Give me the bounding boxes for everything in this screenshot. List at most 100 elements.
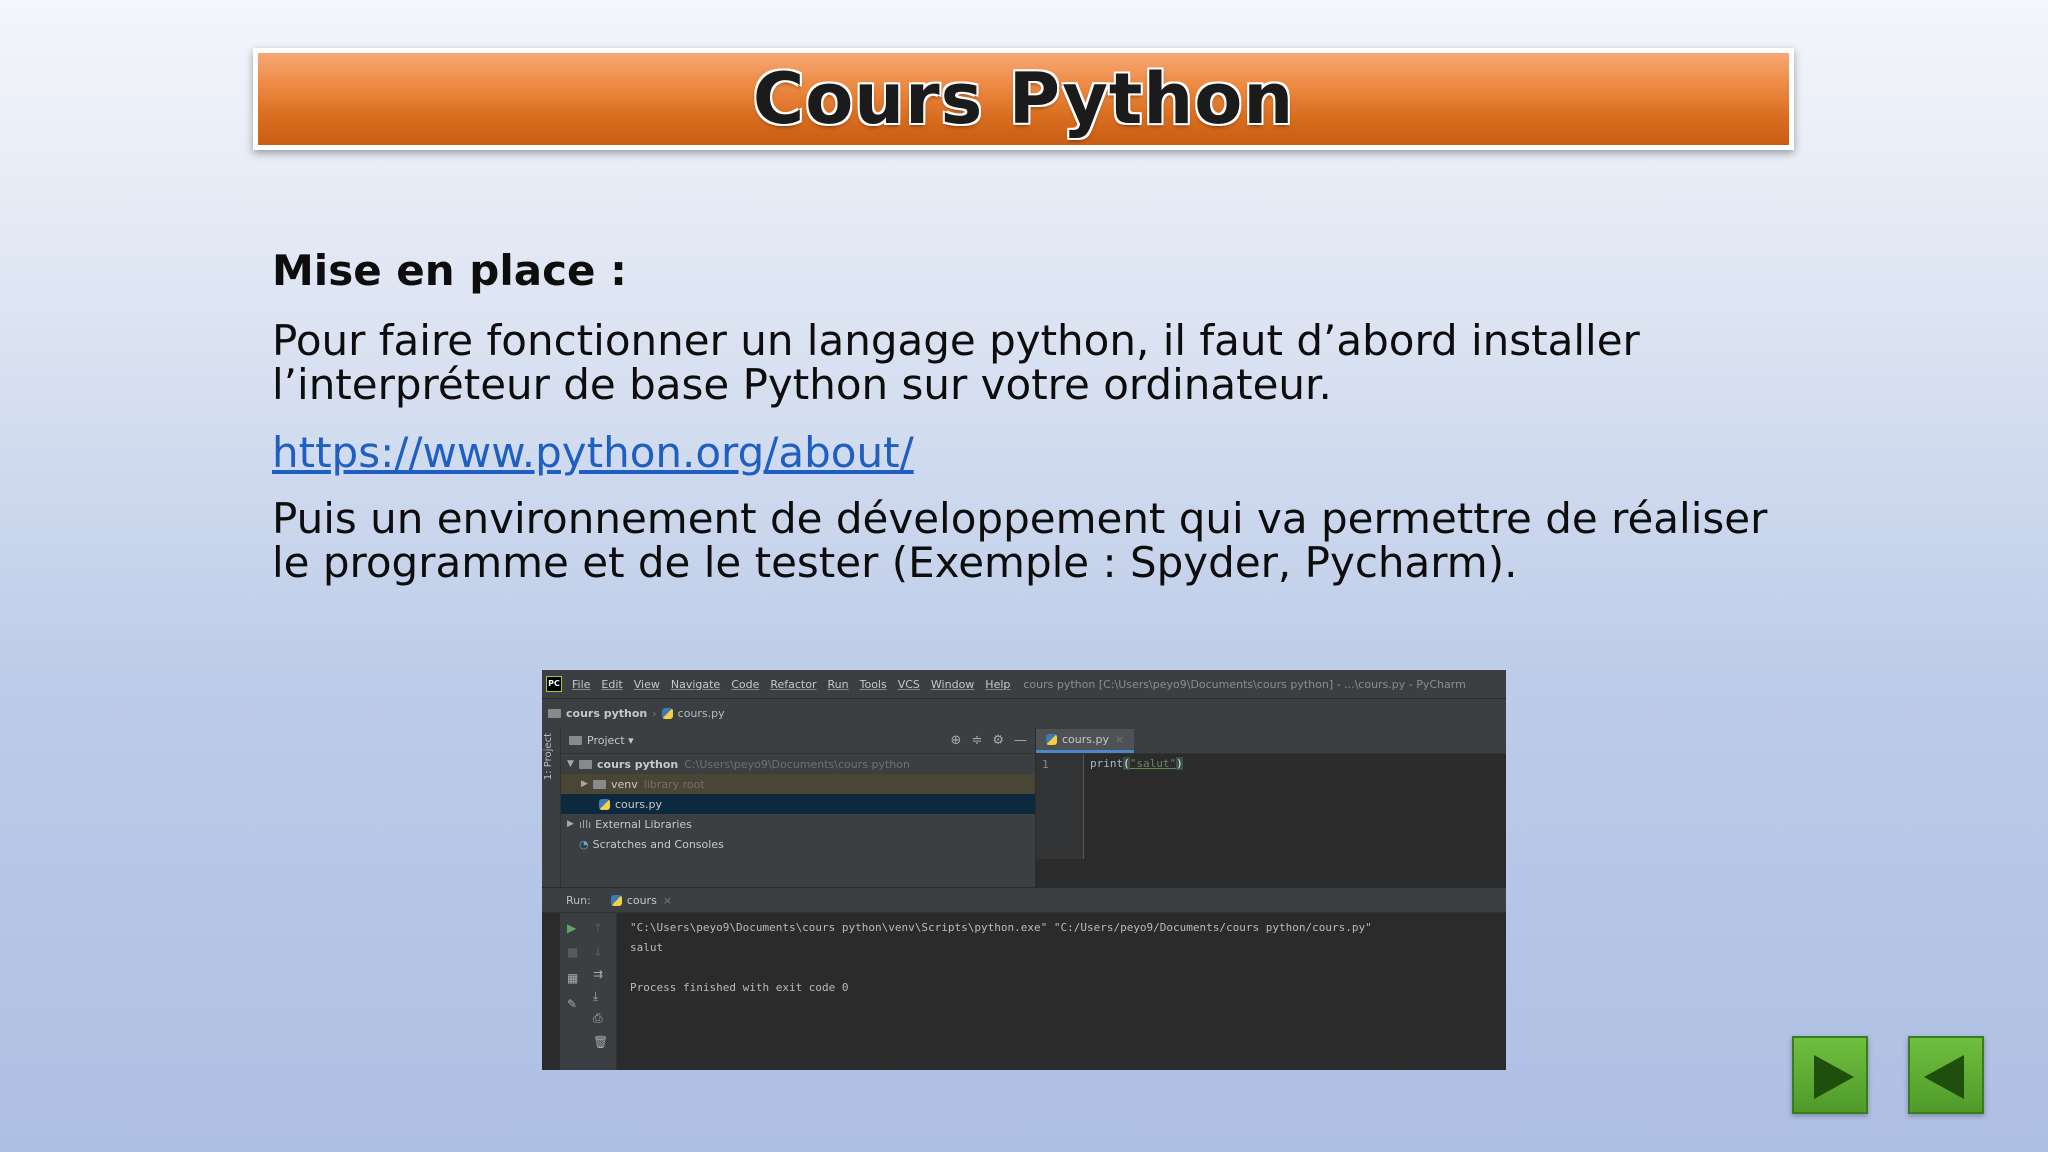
locate-icon[interactable]: ⊕: [951, 733, 962, 748]
scratches-icon: ◔: [579, 837, 589, 851]
menu-view[interactable]: View: [634, 678, 660, 691]
ide-menubar: PC File Edit View Navigate Code Refactor…: [542, 670, 1506, 699]
menu-tools[interactable]: Tools: [860, 678, 887, 691]
line-number-gutter: 1: [1036, 754, 1084, 859]
intro-paragraph: Pour faire fonctionner un langage python…: [272, 319, 1792, 407]
section-heading: Mise en place :: [272, 246, 627, 295]
ide-breadcrumb: cours python › cours.py: [542, 699, 1506, 728]
tool-window-strip: 1: Project: [542, 727, 561, 887]
run-toolbar-right: ↑ ↓ ⇉ ⤓ ⎙ 🗑: [586, 913, 617, 1070]
collapse-arrow-icon[interactable]: ▶: [567, 819, 579, 829]
menu-vcs[interactable]: VCS: [898, 678, 920, 691]
menu-refactor[interactable]: Refactor: [770, 678, 816, 691]
tree-scratches-label: Scratches and Consoles: [592, 837, 724, 851]
expand-arrow-icon[interactable]: ▼: [567, 759, 579, 769]
project-view-icon: [569, 735, 582, 745]
breadcrumb-file[interactable]: cours.py: [678, 707, 725, 720]
print-icon[interactable]: ⎙: [593, 1011, 603, 1026]
next-slide-button[interactable]: [1792, 1036, 1868, 1114]
menu-code[interactable]: Code: [731, 678, 759, 691]
console-line-exit: Process finished with exit code 0: [630, 981, 849, 994]
python-file-icon: [599, 798, 610, 810]
slide-title: Cours Python: [752, 58, 1295, 140]
play-left-icon: [1924, 1055, 1964, 1099]
tree-ext-libs-label: External Libraries: [595, 817, 692, 831]
project-pane-header: Project ▾ ⊕ ≑ ⚙ —: [561, 727, 1035, 754]
pycharm-screenshot: PC File Edit View Navigate Code Refactor…: [542, 670, 1506, 1070]
soft-wrap-icon[interactable]: ⇉: [593, 967, 603, 981]
library-icon: ıllı: [579, 817, 592, 831]
python-file-icon: [610, 894, 622, 906]
tree-root-path: C:\Users\peyo9\Documents\cours python: [684, 757, 910, 771]
menu-navigate[interactable]: Navigate: [671, 678, 720, 691]
menu-file[interactable]: File: [572, 678, 590, 691]
code-function: print: [1090, 757, 1124, 770]
tree-row-scratches[interactable]: ◔ Scratches and Consoles: [561, 834, 1035, 854]
tree-row-venv[interactable]: ▶ venv library root: [561, 774, 1035, 794]
previous-slide-button[interactable]: [1908, 1036, 1984, 1114]
run-label: Run:: [566, 893, 591, 907]
code-editor: cours.py × 1 print("salut"): [1036, 727, 1506, 887]
close-icon[interactable]: ×: [1115, 733, 1124, 746]
tree-row-external-libraries[interactable]: ▶ ıllı External Libraries: [561, 814, 1035, 834]
folder-icon: [593, 779, 606, 789]
project-pane: Project ▾ ⊕ ≑ ⚙ — ▼ cours python C:\User…: [561, 727, 1035, 887]
ide-paragraph: Puis un environnement de développement q…: [272, 497, 1792, 585]
menu-help[interactable]: Help: [985, 678, 1010, 691]
code-string: "salut": [1129, 757, 1177, 770]
gear-icon[interactable]: ⚙: [992, 733, 1004, 748]
tree-row-root[interactable]: ▼ cours python C:\Users\peyo9\Documents\…: [561, 754, 1035, 774]
collapse-arrow-icon[interactable]: ▶: [581, 779, 593, 789]
title-banner: Cours Python: [253, 48, 1794, 150]
tree-venv-label: venv: [611, 777, 638, 791]
menu-edit[interactable]: Edit: [601, 678, 622, 691]
folder-icon: [579, 759, 592, 769]
editor-empty-area: [1036, 859, 1506, 887]
console-line-output: salut: [630, 941, 664, 954]
run-panel: Run: cours × ▶ ■ ▦ ✎ ↑ ↓ ⇉ ⤓ ⎙ 🗑 "C:\Use…: [542, 888, 1506, 1070]
stop-icon[interactable]: ■: [567, 945, 578, 959]
rerun-icon[interactable]: ▶: [567, 921, 576, 935]
intro-line-1: Pour faire fonctionner un langage python…: [272, 316, 1640, 365]
pin-icon[interactable]: ✎: [567, 997, 577, 1011]
pycharm-logo-icon: PC: [546, 676, 562, 692]
run-panel-header: Run: cours ×: [542, 888, 1506, 913]
python-file-icon: [1046, 734, 1057, 745]
breadcrumb-project[interactable]: cours python: [566, 707, 647, 720]
tree-root-label: cours python: [597, 757, 679, 771]
code-open-paren: (: [1123, 757, 1130, 770]
close-icon[interactable]: ×: [663, 894, 672, 907]
intro-line-2: l’interpréteur de base Python sur votre …: [272, 360, 1332, 409]
line-number: 1: [1042, 758, 1049, 771]
folder-icon: [548, 708, 561, 718]
python-about-link[interactable]: https://www.python.org/about/: [272, 429, 914, 477]
scroll-to-end-icon[interactable]: ⤓: [593, 989, 598, 1004]
down-arrow-icon[interactable]: ↓: [593, 945, 603, 959]
minimize-icon[interactable]: —: [1014, 733, 1027, 748]
project-view-dropdown[interactable]: Project ▾: [587, 734, 634, 747]
run-tab-cours[interactable]: cours ×: [610, 894, 672, 907]
play-right-icon: [1814, 1055, 1854, 1099]
window-title-path: cours python [C:\Users\peyo9\Documents\c…: [1023, 677, 1466, 691]
code-line-1[interactable]: print("salut"): [1090, 757, 1183, 770]
project-pane-tools: ⊕ ≑ ⚙ —: [951, 733, 1035, 748]
console-line-command: "C:\Users\peyo9\Documents\cours python\v…: [630, 921, 1372, 934]
editor-tab-bar: cours.py ×: [1036, 727, 1506, 754]
collapse-icon[interactable]: ≑: [971, 733, 982, 748]
slide-content: Mise en place : Pour faire fonctionner u…: [272, 245, 1792, 607]
editor-tab-cours-py[interactable]: cours.py ×: [1036, 729, 1135, 753]
menu-run[interactable]: Run: [828, 678, 849, 691]
project-tool-button[interactable]: 1: Project: [543, 733, 559, 780]
menu-window[interactable]: Window: [931, 678, 974, 691]
ide-line-1: Puis un environnement de développement q…: [272, 494, 1768, 543]
python-file-icon: [661, 707, 673, 719]
tree-venv-hint: library root: [643, 777, 705, 791]
trash-icon[interactable]: 🗑: [593, 1035, 608, 1049]
editor-tab-label: cours.py: [1062, 733, 1109, 746]
console-output: "C:\Users\peyo9\Documents\cours python\v…: [630, 918, 1372, 998]
tree-row-file[interactable]: cours.py: [561, 794, 1035, 814]
layout-icon[interactable]: ▦: [567, 971, 578, 985]
up-arrow-icon[interactable]: ↑: [593, 921, 603, 935]
ide-line-2: le programme et de le tester (Exemple : …: [272, 538, 1518, 587]
